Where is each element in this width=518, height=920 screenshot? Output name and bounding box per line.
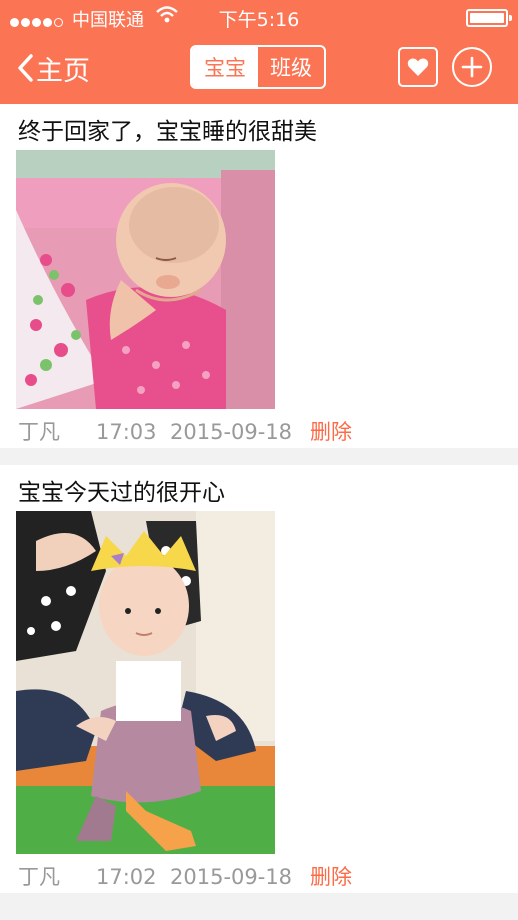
post-meta: 丁凡 17:03 2015-09-18 删除 (18, 416, 352, 446)
post-author: 丁凡 (18, 420, 60, 444)
post-time: 17:02 (96, 865, 157, 889)
app-header: 中国联通 下午5:16 主页 宝宝 班级 (0, 0, 518, 104)
back-button[interactable]: 主页 (16, 48, 90, 88)
back-chevron-icon (18, 54, 33, 82)
post-time: 17:03 (96, 420, 157, 444)
battery-icon (466, 9, 512, 27)
post-title: 终于回家了，宝宝睡的很甜美 (18, 119, 317, 145)
favorite-button[interactable] (398, 47, 438, 87)
back-label: 主页 (36, 55, 90, 87)
tab-baby[interactable]: 宝宝 (192, 47, 258, 87)
post-card: 终于回家了，宝宝睡的很甜美 丁凡 17:03 2015-09-18 删除 (0, 104, 518, 448)
delete-button[interactable]: 删除 (310, 416, 352, 446)
post-date: 2015-09-18 (170, 420, 293, 444)
status-bar: 中国联通 下午5:16 (0, 0, 518, 34)
delete-button[interactable]: 删除 (310, 861, 352, 891)
sleeping-baby-photo[interactable] (16, 150, 275, 409)
heart-icon (407, 58, 429, 76)
add-post-button[interactable] (452, 47, 492, 87)
post-author: 丁凡 (18, 865, 60, 889)
plus-icon (461, 56, 483, 78)
post-meta: 丁凡 17:02 2015-09-18 删除 (18, 861, 352, 891)
post-title: 宝宝今天过的很开心 (18, 480, 225, 506)
sitting-baby-with-crown-photo[interactable] (16, 511, 275, 854)
status-time: 下午5:16 (218, 9, 300, 31)
post-date: 2015-09-18 (170, 865, 293, 889)
tab-class[interactable]: 班级 (258, 47, 324, 87)
post-card: 宝宝今天过的很开心 丁凡 17:02 2015-09-18 删除 (0, 465, 518, 893)
segment-control: 宝宝 班级 (190, 45, 326, 89)
